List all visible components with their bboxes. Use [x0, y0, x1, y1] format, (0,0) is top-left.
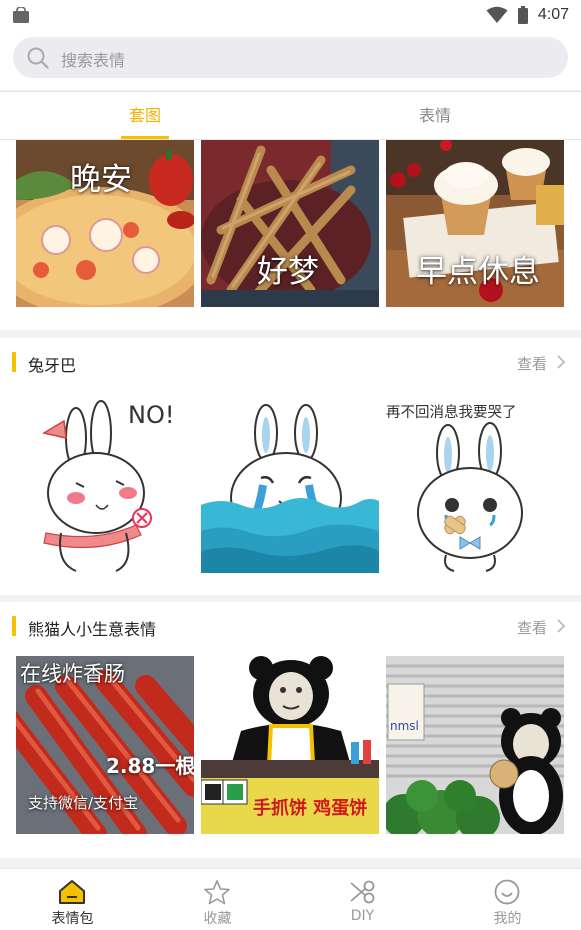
section-header: 熊猫人小生意表情 查看 [0, 602, 581, 650]
set-tile-goodnight[interactable]: 晚安 [16, 140, 194, 307]
battery-icon [517, 6, 528, 24]
sticker-bunny-crying[interactable] [201, 393, 379, 573]
sticker-text: 再不回消息我要哭了 [386, 404, 517, 421]
star-icon [204, 880, 230, 905]
nav-item-profile[interactable]: 我的 [435, 869, 580, 930]
search-icon [27, 47, 49, 69]
sticker-set-bunny: 兔牙巴 查看 NO! 再不回消息我要哭了 [0, 338, 581, 595]
section-title: 熊猫人小生意表情 [28, 620, 157, 639]
sticker-bunny-bandage[interactable]: 再不回消息我要哭了 [386, 393, 564, 573]
status-time: 4:07 [537, 6, 569, 23]
tab-stickers[interactable]: 表情 [290, 92, 580, 140]
section-accent-bar [12, 616, 16, 636]
sticker-text-price: 2.88一根 [106, 754, 194, 778]
set-tile-sweet-dreams[interactable]: 好梦 [201, 140, 379, 307]
sticker-text-bottom: 支持微信/支付宝 [28, 794, 139, 812]
tab-bar: 套图 表情 [0, 91, 581, 140]
search-input[interactable]: 搜索表情 [13, 37, 568, 78]
panda-stall-image: 手抓饼 鸡蛋饼 [201, 656, 379, 834]
bottom-navigation: 表情包 收藏 DIY 我的 [0, 868, 581, 930]
nav-label: DIY [350, 908, 375, 924]
nav-label: 我的 [493, 911, 522, 927]
status-bar: 4:07 [0, 0, 581, 30]
chevron-right-icon[interactable] [555, 618, 567, 634]
section-accent-bar [12, 352, 16, 372]
nav-label: 收藏 [203, 911, 232, 927]
shopping-bag-icon [13, 7, 29, 23]
view-more-button[interactable]: 查看 [517, 353, 547, 374]
wifi-icon [486, 6, 508, 23]
sticker-set-panda: 熊猫人小生意表情 查看 在线炸香肠 2.88一根 支持微信/支付宝 手抓饼 鸡蛋… [0, 602, 581, 858]
bunny-bandage-image: 再不回消息我要哭了 [386, 393, 564, 573]
search-placeholder: 搜索表情 [61, 51, 126, 70]
set-caption: 早点休息 [416, 254, 540, 290]
smile-icon [494, 879, 520, 905]
nav-item-stickers[interactable]: 表情包 [0, 869, 145, 930]
sticker-text: NO! [128, 401, 174, 429]
section-header: 兔牙巴 查看 [0, 338, 581, 386]
sticker-sausages[interactable]: 在线炸香肠 2.88一根 支持微信/支付宝 [16, 656, 194, 834]
sticker-panda-watermelon[interactable]: nmsl [386, 656, 564, 834]
panda-watermelon-image: nmsl [386, 656, 564, 834]
sticker-bunny-no[interactable]: NO! [16, 393, 194, 573]
tab-sets[interactable]: 套图 [0, 92, 290, 140]
set-tile-sleep-early[interactable]: 早点休息 [386, 140, 564, 307]
set-caption: 晚安 [70, 162, 132, 198]
tab-indicator [121, 136, 169, 139]
nav-label: 表情包 [51, 911, 94, 927]
home-icon [59, 880, 85, 904]
sticker-text: nmsl [390, 719, 419, 733]
section-title: 兔牙巴 [28, 356, 77, 375]
set-caption: 好梦 [257, 254, 319, 290]
nav-item-favorites[interactable]: 收藏 [145, 869, 290, 930]
sticker-text: 手抓饼 鸡蛋饼 [253, 797, 367, 819]
sticker-text-top: 在线炸香肠 [20, 662, 125, 686]
chevron-right-icon[interactable] [555, 354, 567, 370]
featured-sets: 晚安 好梦 早点休息 [0, 140, 581, 330]
bunny-crying-water-image [201, 393, 379, 573]
view-more-button[interactable]: 查看 [517, 617, 547, 638]
sticker-panda-stall[interactable]: 手抓饼 鸡蛋饼 [201, 656, 379, 834]
search-bar: 搜索表情 [0, 30, 581, 90]
bunny-blush-image: NO! [16, 393, 194, 573]
nav-item-diy[interactable]: DIY [290, 869, 435, 930]
scissors-icon [350, 880, 375, 904]
